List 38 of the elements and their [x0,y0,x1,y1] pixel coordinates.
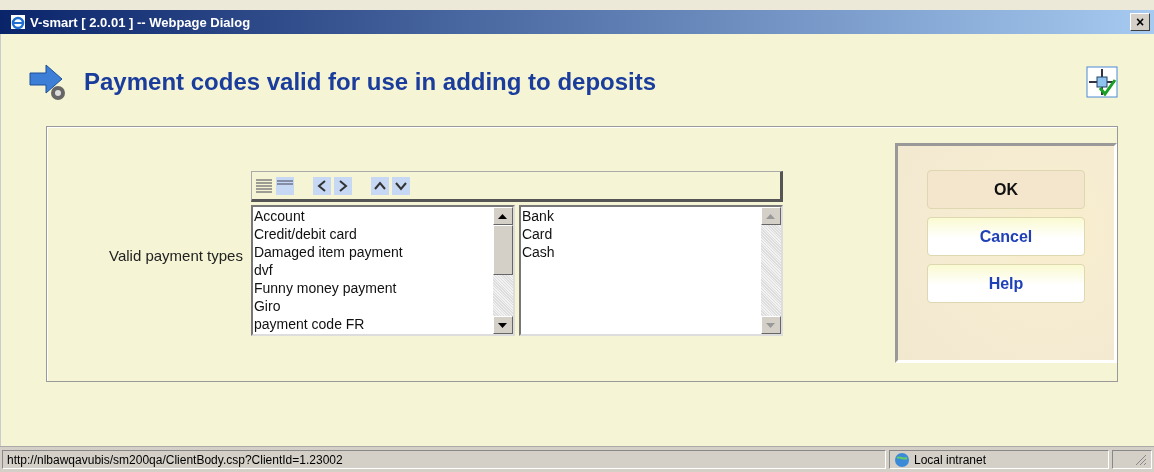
status-url: http://nlbawqavubis/sm200qa/ClientBody.csp?ClientId=1.23002 [2,450,886,469]
up-caret-icon [766,213,776,219]
move-up-icon[interactable] [370,176,389,195]
up-caret-icon [498,213,508,219]
list-item[interactable]: Card [521,225,761,243]
down-caret-icon [766,322,776,328]
list-item[interactable]: Cash [521,243,761,261]
globe-icon [894,451,910,468]
status-zone: Local intranet [889,450,1109,469]
move-check-icon[interactable] [1086,66,1118,98]
list-item[interactable]: Funny money payment [253,279,493,297]
move-left-icon[interactable] [312,176,331,195]
scroll-thumb[interactable] [492,225,513,275]
browser-icon [10,14,26,30]
field-label: Valid payment types [109,247,243,264]
chosen-list[interactable]: Bank Card Cash [518,205,783,336]
dialog-button[interactable]: OK [927,170,1085,209]
scroll-down-button[interactable] [492,316,513,334]
available-list[interactable]: Account Credit/debit card Damaged item payment dvf Funny money payment Giro payment code FR [250,205,515,336]
move-down-icon[interactable] [391,176,410,195]
list-item[interactable]: Credit/debit card [253,225,493,243]
list-item[interactable]: Bank [521,207,761,225]
list-item[interactable]: Account [253,207,493,225]
dialog-button[interactable]: Help [927,264,1085,303]
scrollbar[interactable] [492,207,513,334]
list-item[interactable]: Giro [253,297,493,315]
list-item[interactable]: payment code FR [253,315,493,333]
dialog-button[interactable]: Cancel [927,217,1085,256]
window-title: V-smart [ 2.0.01 ] -- Webpage Dialog [30,14,252,30]
list-item[interactable]: dvf [253,261,493,279]
compact-view-icon[interactable] [275,176,294,195]
page-heading: Payment codes valid for use in adding to deposits [84,68,658,96]
resize-grip-icon[interactable] [1135,453,1147,466]
down-caret-icon [498,322,508,328]
close-button[interactable]: × [1130,13,1150,31]
scroll-up-button[interactable] [492,207,513,225]
move-right-icon[interactable] [333,176,352,195]
list-item[interactable]: Damaged item payment [253,243,493,261]
